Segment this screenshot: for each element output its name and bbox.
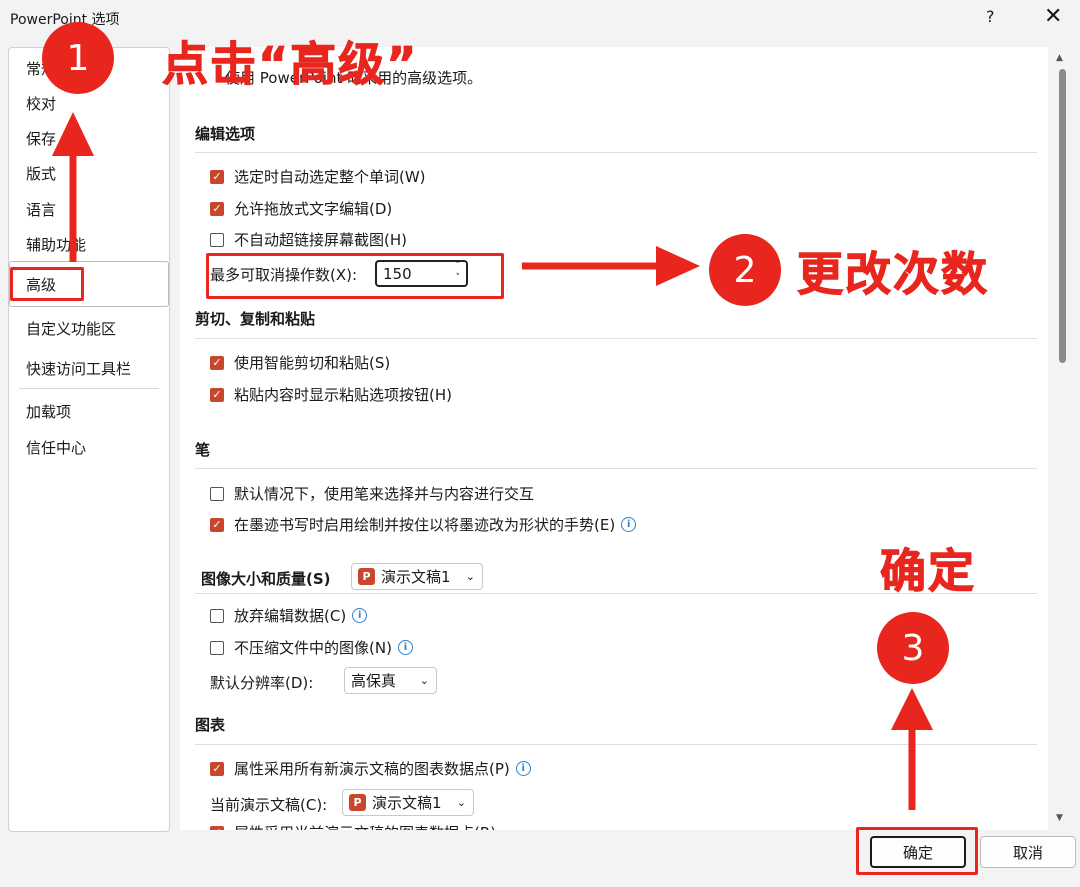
checkbox[interactable] xyxy=(210,232,224,247)
undo-count-label: 最多可取消操作数(X): xyxy=(210,266,358,284)
category-sidebar: 常规 校对 保存 版式 语言 辅助功能 高级 自定义功能区 快速访问工具栏 加载… xyxy=(8,47,170,832)
section-title-chart: 图表 xyxy=(195,716,226,734)
stepper-up-icon[interactable]: ˄ xyxy=(456,261,461,271)
chevron-down-icon: ⌄ xyxy=(456,796,466,809)
annotation-text-1: 点击“高级” xyxy=(161,37,419,92)
help-icon[interactable]: ? xyxy=(986,7,995,26)
check-icon[interactable]: ✓ xyxy=(210,387,224,402)
check-icon[interactable]: ✓ xyxy=(210,355,224,370)
option-label: 不自动超链接屏幕截图(H) xyxy=(234,231,407,249)
undo-count-stepper[interactable]: 150 ˄ ˅ xyxy=(375,260,468,287)
sidebar-item-accessibility[interactable]: 辅助功能 xyxy=(26,234,86,255)
image-file-dropdown[interactable]: P 演示文稿1 ⌄ xyxy=(351,563,483,590)
section-divider xyxy=(195,152,1037,153)
option-drag-drop[interactable]: ✓ 允许拖放式文字编辑(D) xyxy=(210,198,392,219)
checkbox[interactable] xyxy=(210,640,224,655)
section-title-cut-paste: 剪切、复制和粘贴 xyxy=(195,310,316,328)
resolution-dropdown[interactable]: 高保真 ⌄ xyxy=(344,667,437,694)
section-title-pen: 笔 xyxy=(195,441,211,459)
step-badge-1: 1 xyxy=(42,22,114,94)
annotation-text-3: 确定 xyxy=(880,544,976,599)
dropdown-value: 演示文稿1 xyxy=(381,568,451,586)
section-title-image-quality: 图像大小和质量(S) xyxy=(201,570,331,588)
check-icon[interactable]: ✓ xyxy=(210,201,224,216)
check-icon[interactable]: ✓ xyxy=(210,761,224,776)
checkbox[interactable] xyxy=(210,608,224,623)
step-badge-3: 3 xyxy=(877,612,949,684)
sidebar-divider xyxy=(19,388,159,389)
dropdown-value: 演示文稿1 xyxy=(372,794,442,812)
option-label: 不压缩文件中的图像(N) xyxy=(234,639,392,657)
step-badge-2: 2 xyxy=(709,234,781,306)
scrollbar-thumb[interactable] xyxy=(1059,69,1066,363)
vertical-scrollbar[interactable]: ▲ ▼ xyxy=(1050,47,1076,830)
check-icon[interactable]: ✓ xyxy=(210,169,224,184)
current-presentation-label: 当前演示文稿(C): xyxy=(210,796,328,814)
sidebar-item-layout[interactable]: 版式 xyxy=(26,163,56,184)
info-icon[interactable]: i xyxy=(397,640,413,655)
ok-button[interactable]: 确定 xyxy=(870,836,966,868)
sidebar-item-advanced[interactable]: 高级 xyxy=(26,274,56,295)
current-presentation-dropdown[interactable]: P 演示文稿1 ⌄ xyxy=(342,789,474,816)
option-no-compress[interactable]: 不压缩文件中的图像(N) i xyxy=(210,637,413,658)
sidebar-item-save[interactable]: 保存 xyxy=(26,128,56,149)
scroll-up-icon[interactable]: ▲ xyxy=(1056,53,1063,63)
check-icon[interactable]: ✓ xyxy=(210,517,224,532)
option-ink-to-shape[interactable]: ✓ 在墨迹书写时启用绘制并按住以将墨迹改为形状的手势(E) i xyxy=(210,514,637,535)
info-icon[interactable]: i xyxy=(515,761,531,776)
option-label: 默认情况下，使用笔来选择并与内容进行交互 xyxy=(234,485,535,503)
sidebar-item-quick-access[interactable]: 快速访问工具栏 xyxy=(26,358,131,379)
section-divider xyxy=(195,744,1037,745)
checkbox[interactable] xyxy=(210,486,224,501)
annotation-text-2: 更改次数 xyxy=(797,247,989,302)
chevron-down-icon: ⌄ xyxy=(419,674,429,687)
info-icon[interactable]: i xyxy=(352,608,368,623)
cancel-button[interactable]: 取消 xyxy=(980,836,1076,868)
option-label: 属性采用所有新演示文稿的图表数据点(P) xyxy=(234,760,510,778)
option-smart-cut-paste[interactable]: ✓ 使用智能剪切和粘贴(S) xyxy=(210,352,390,373)
sidebar-item-trust-center[interactable]: 信任中心 xyxy=(26,437,86,458)
option-default-pen-select[interactable]: 默认情况下，使用笔来选择并与内容进行交互 xyxy=(210,483,534,504)
powerpoint-icon: P xyxy=(358,568,375,585)
close-icon[interactable]: ✕ xyxy=(1044,4,1062,29)
info-icon[interactable]: i xyxy=(621,517,637,532)
option-label: 选定时自动选定整个单词(W) xyxy=(234,168,426,186)
option-select-whole-word[interactable]: ✓ 选定时自动选定整个单词(W) xyxy=(210,166,426,187)
section-divider xyxy=(195,338,1037,339)
undo-count-value[interactable]: 150 xyxy=(383,265,412,283)
section-divider xyxy=(195,468,1037,469)
option-chart-current[interactable]: ✓ 属性采用当前演示文稿的图表数据点(R) xyxy=(210,822,496,830)
resolution-label: 默认分辨率(D): xyxy=(210,674,314,692)
sidebar-item-addins[interactable]: 加载项 xyxy=(26,401,71,422)
option-chart-all-new[interactable]: ✓ 属性采用所有新演示文稿的图表数据点(P) i xyxy=(210,758,531,779)
option-label: 放弃编辑数据(C) xyxy=(234,607,347,625)
option-discard-edit-data[interactable]: 放弃编辑数据(C) i xyxy=(210,605,368,626)
option-label: 允许拖放式文字编辑(D) xyxy=(234,200,393,218)
sidebar-item-customize-ribbon[interactable]: 自定义功能区 xyxy=(26,318,116,339)
powerpoint-icon: P xyxy=(349,794,366,811)
dropdown-value: 高保真 xyxy=(351,672,397,690)
option-no-hyperlink-screenshot[interactable]: 不自动超链接屏幕截图(H) xyxy=(210,229,407,250)
option-label: 使用智能剪切和粘贴(S) xyxy=(234,354,391,372)
check-icon[interactable]: ✓ xyxy=(210,825,224,830)
stepper-down-icon[interactable]: ˅ xyxy=(456,273,461,283)
option-label: 属性采用当前演示文稿的图表数据点(R) xyxy=(234,822,496,830)
chevron-down-icon: ⌄ xyxy=(465,570,475,583)
option-paste-options-button[interactable]: ✓ 粘贴内容时显示粘贴选项按钮(H) xyxy=(210,384,452,405)
scroll-down-icon[interactable]: ▼ xyxy=(1056,813,1063,823)
option-label: 粘贴内容时显示粘贴选项按钮(H) xyxy=(234,386,452,404)
option-label: 在墨迹书写时启用绘制并按住以将墨迹改为形状的手势(E) xyxy=(234,516,616,534)
section-title-editing: 编辑选项 xyxy=(195,125,256,143)
sidebar-item-proofing[interactable]: 校对 xyxy=(26,93,56,114)
sidebar-item-language[interactable]: 语言 xyxy=(26,199,56,220)
options-content-panel: 使用 PowerPoint 时采用的高级选项。 编辑选项 ✓ 选定时自动选定整个… xyxy=(180,47,1048,830)
